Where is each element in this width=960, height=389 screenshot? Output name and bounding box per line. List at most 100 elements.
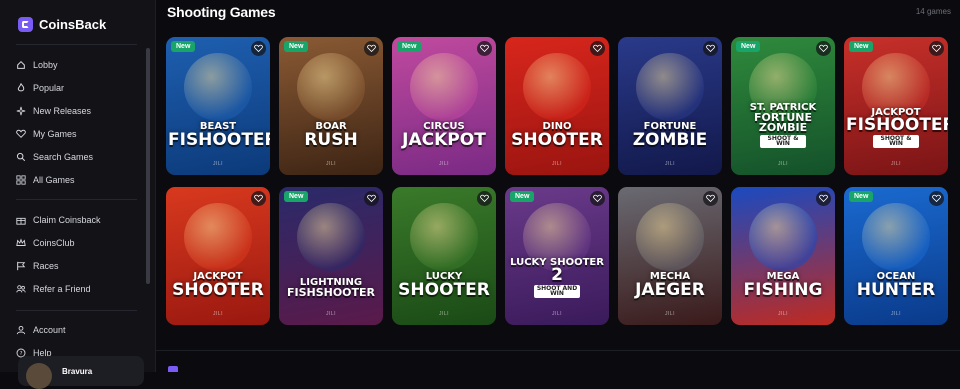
logo-icon [18, 17, 33, 32]
game-card[interactable]: Mecha Jaeger JILI [618, 187, 722, 325]
game-title-main: Jaeger [635, 279, 705, 300]
sidebar-item-claim-coinsback[interactable]: Claim Coinsback [16, 208, 140, 231]
heart-icon [367, 44, 376, 53]
favorite-button[interactable] [251, 191, 266, 206]
game-title-main: Jackpot [402, 129, 486, 150]
game-card[interactable]: New Lightning Fishshooter JILI [279, 187, 383, 325]
heart-icon [932, 44, 941, 53]
favorite-button[interactable] [703, 41, 718, 56]
grid-icon [16, 174, 26, 185]
sidebar-item-account[interactable]: Account [16, 318, 140, 341]
new-badge: New [284, 191, 309, 202]
game-title-main: Fortune Zombie [754, 110, 812, 135]
sidebar-item-all-games[interactable]: All Games [16, 168, 140, 191]
sidebar-item-popular[interactable]: Popular [16, 76, 140, 99]
sparkle-icon [16, 106, 26, 115]
game-artwork [184, 203, 252, 271]
sidebar-item-label: New Releases [33, 105, 92, 116]
sidebar-item-coinsclub[interactable]: CoinsClub [16, 231, 140, 254]
game-title: Dino Shooter [507, 122, 607, 148]
sidebar-item-label: Search Games [33, 151, 94, 162]
favorite-button[interactable] [590, 41, 605, 56]
profile-card[interactable]: Bravura [18, 356, 144, 389]
user-icon [16, 325, 26, 334]
game-card[interactable]: New St. Patrick Fortune Zombie Shoot & Win J… [731, 37, 835, 175]
game-artwork [636, 203, 704, 271]
game-card[interactable]: New Boar Rush JILI [279, 37, 383, 175]
game-artwork [410, 203, 478, 271]
sidebar-item-search-games[interactable]: Search Games [16, 145, 140, 168]
game-provider: JILI [664, 161, 676, 167]
gift-icon [16, 217, 26, 225]
game-title-tag: Shoot and Win [534, 284, 580, 298]
game-title-tag: Shoot & Win [760, 134, 806, 148]
favorite-button[interactable] [364, 41, 379, 56]
favorite-button[interactable] [816, 191, 831, 206]
sidebar-item-refer-a-friend[interactable]: Refer a Friend [16, 277, 140, 300]
sidebar-item-my-games[interactable]: My Games [16, 122, 140, 145]
favorite-button[interactable] [251, 41, 266, 56]
favorite-button[interactable] [929, 191, 944, 206]
game-card[interactable]: New Beast Fishooter JILI [166, 37, 270, 175]
sidebar-scrollbar[interactable] [146, 48, 150, 284]
game-provider: JILI [890, 161, 902, 167]
app-name: CoinsBack [39, 17, 107, 32]
game-card[interactable]: Dino Shooter JILI [505, 37, 609, 175]
game-provider: JILI [325, 161, 337, 167]
home-icon [17, 60, 25, 69]
game-title: Jackpot Shooter [168, 272, 268, 298]
favorite-button[interactable] [703, 191, 718, 206]
section-title: Shooting Games [167, 4, 276, 20]
heart-icon [480, 194, 489, 203]
game-card[interactable]: Mega Fishing JILI [731, 187, 835, 325]
favorite-button[interactable] [364, 191, 379, 206]
game-title-main: Fishshooter [286, 285, 376, 299]
game-title: Lucky Shooter 2 Shoot and Win [507, 258, 607, 298]
game-card[interactable]: New Ocean Hunter JILI [844, 187, 948, 325]
sidebar-item-label: Races [33, 260, 59, 271]
sidebar-item-label: All Games [33, 174, 75, 185]
sidebar-divider [16, 310, 137, 311]
new-badge: New [849, 41, 874, 52]
heart-icon [932, 194, 941, 203]
game-card[interactable]: Fortune Zombie JILI [618, 37, 722, 175]
app-logo[interactable]: CoinsBack [18, 17, 106, 32]
sidebar-item-label: Claim Coinsback [33, 214, 101, 225]
sidebar-item-lobby[interactable]: Lobby [16, 53, 140, 76]
game-title: Mega Fishing [733, 272, 833, 298]
new-badge: New [510, 191, 535, 202]
game-artwork [410, 53, 478, 121]
favorite-button[interactable] [477, 41, 492, 56]
game-provider: JILI [212, 311, 224, 317]
game-title: Fortune Zombie [620, 122, 720, 148]
game-provider: JILI [777, 311, 789, 317]
section-divider [156, 350, 960, 351]
game-artwork [184, 53, 252, 121]
heart-icon [593, 194, 602, 203]
game-title: Lucky Shooter [394, 272, 494, 298]
game-provider: JILI [664, 311, 676, 317]
favorite-button[interactable] [590, 191, 605, 206]
game-provider: JILI [438, 311, 450, 317]
heart-icon [254, 44, 263, 53]
sidebar-item-new-releases[interactable]: New Releases [16, 99, 140, 122]
game-provider: JILI [890, 311, 902, 317]
sidebar-main-nav: Lobby Popular New Releases My Games Search G… [16, 53, 140, 191]
game-title-main: Zombie [632, 129, 708, 150]
game-card[interactable]: Lucky Shooter JILI [392, 187, 496, 325]
game-card[interactable]: Jackpot Shooter JILI [166, 187, 270, 325]
sidebar-item-races[interactable]: Races [16, 254, 140, 277]
crown-icon [16, 237, 26, 246]
game-card[interactable]: New Circus Jackpot JILI [392, 37, 496, 175]
favorite-button[interactable] [929, 41, 944, 56]
game-artwork [862, 203, 930, 271]
game-card[interactable]: New Jackpot Fishooter Shoot & Win JILI [844, 37, 948, 175]
favorite-button[interactable] [477, 191, 492, 206]
new-badge: New [736, 41, 761, 52]
game-provider: JILI [551, 311, 563, 317]
game-title-main: Hunter [856, 279, 936, 300]
favorite-button[interactable] [816, 41, 831, 56]
game-card[interactable]: New Lucky Shooter 2 Shoot and Win JILI [505, 187, 609, 325]
new-badge: New [849, 191, 874, 202]
game-count: 14 games [915, 7, 951, 16]
